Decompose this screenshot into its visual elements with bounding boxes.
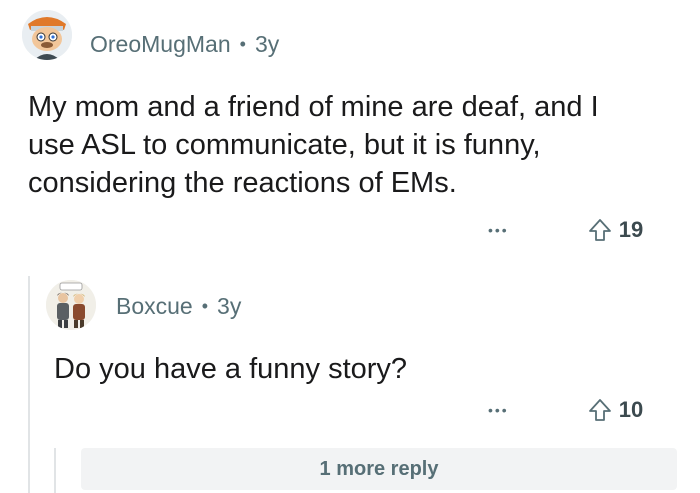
comment-line: considering the reactions of EMs.: [28, 167, 457, 199]
meta-separator: •: [239, 33, 246, 54]
comment-actions: ••• 19: [488, 215, 643, 245]
more-options-button[interactable]: •••: [488, 223, 509, 237]
more-options-button[interactable]: •••: [488, 403, 509, 417]
comic-avatar-icon[interactable]: [46, 280, 96, 330]
reply-thread-line[interactable]: [54, 448, 56, 493]
comment-vote: 19: [587, 217, 643, 243]
reply-author[interactable]: Boxcue: [116, 293, 193, 320]
reply-actions: ••• 10: [488, 395, 643, 425]
reply-vote: 10: [587, 397, 643, 423]
comment-line: My mom and a friend of mine are deaf, an…: [28, 91, 599, 123]
comment-meta: OreoMugMan • 3y: [90, 30, 279, 58]
cartoon-avatar-icon[interactable]: [22, 10, 72, 60]
comment-body: My mom and a friend of mine are deaf, an…: [28, 88, 688, 202]
more-replies-button[interactable]: 1 more reply: [81, 448, 677, 490]
comment-author[interactable]: OreoMugMan: [90, 31, 231, 58]
meta-separator: •: [201, 295, 209, 316]
reply-age: 3y: [217, 292, 242, 319]
comment-age: 3y: [254, 30, 280, 57]
upvote-arrow-icon[interactable]: [587, 397, 613, 423]
thread-line[interactable]: [28, 276, 30, 493]
comment-line: use ASL to communicate, but it is funny,: [28, 129, 541, 161]
reply-meta: Boxcue • 3y: [116, 292, 241, 320]
vote-count: 19: [618, 217, 644, 242]
reply-body: Do you have a funny story?: [54, 353, 408, 385]
upvote-arrow-icon[interactable]: [587, 217, 613, 243]
vote-count: 10: [618, 397, 644, 422]
